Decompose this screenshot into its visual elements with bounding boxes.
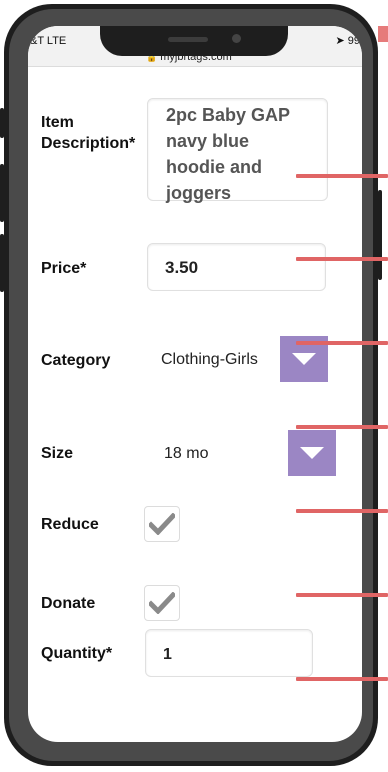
volume-down-button — [0, 234, 4, 292]
description-label: Item Description* — [41, 112, 135, 154]
carrier-label: &T LTE — [30, 35, 67, 47]
size-select[interactable]: 18 mo — [151, 430, 336, 478]
size-label: Size — [41, 445, 74, 462]
location-arrow-icon: ➤ — [335, 35, 345, 47]
chevron-down-icon — [292, 353, 316, 365]
annotation-marker — [296, 341, 388, 345]
speaker-grille — [168, 37, 208, 42]
power-button — [378, 190, 382, 280]
edge-highlight — [378, 26, 388, 42]
quantity-input[interactable]: 1 — [145, 629, 313, 677]
description-label-line2: Description* — [41, 135, 136, 152]
donate-checkbox[interactable] — [144, 585, 180, 621]
checkmark-icon — [149, 592, 175, 614]
volume-up-button — [0, 164, 4, 222]
annotation-marker — [296, 257, 388, 261]
price-label: Price* — [41, 260, 87, 277]
size-dropdown-arrow[interactable] — [288, 430, 336, 476]
annotation-marker — [296, 593, 388, 597]
donate-label: Donate — [41, 595, 96, 612]
front-camera — [232, 34, 241, 43]
price-input[interactable]: 3.50 — [147, 243, 326, 291]
chevron-down-icon — [300, 447, 324, 459]
description-value: 2pc Baby GAP navy blue hoodie and jogger… — [166, 105, 290, 203]
description-label-line1: Item — [41, 114, 74, 131]
checkmark-icon — [149, 513, 175, 535]
battery-label: ➤ 99 — [335, 34, 360, 47]
reduce-checkbox[interactable] — [144, 506, 180, 542]
quantity-label: Quantity* — [41, 645, 113, 662]
annotation-marker — [296, 677, 388, 681]
reduce-label: Reduce — [41, 516, 99, 533]
category-label: Category — [41, 352, 111, 369]
size-value: 18 mo — [164, 445, 209, 462]
description-textarea[interactable]: 2pc Baby GAP navy blue hoodie and jogger… — [147, 98, 328, 203]
phone-notch — [100, 26, 288, 56]
annotation-marker — [296, 174, 388, 178]
category-value: Clothing-Girls — [161, 351, 258, 368]
mute-switch — [0, 108, 4, 138]
annotation-marker — [296, 509, 388, 513]
annotation-marker — [296, 425, 388, 429]
battery-percent: 99 — [347, 35, 360, 47]
